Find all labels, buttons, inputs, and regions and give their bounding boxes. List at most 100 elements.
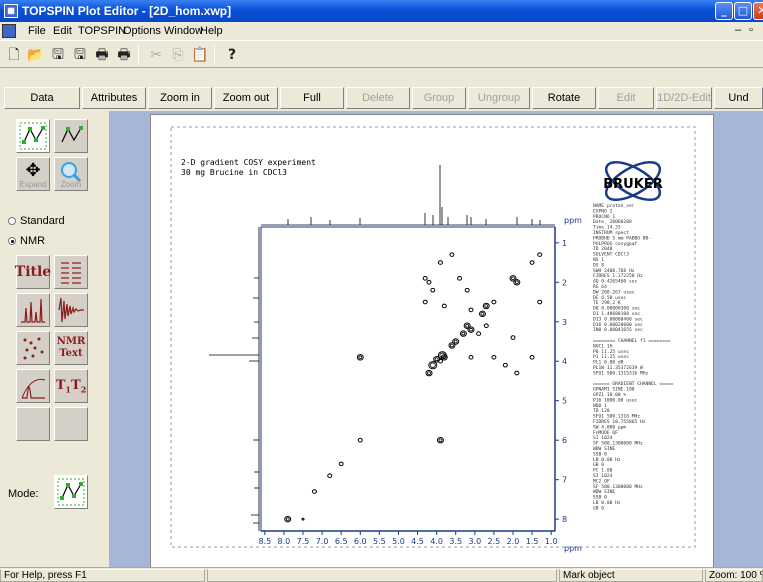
edit-1d2d-button[interactable]: 1D/2D-Edit — [656, 87, 712, 109]
select-2d-icon — [57, 478, 85, 506]
parameter-line: GPZ1 10.00 % — [593, 392, 626, 398]
status-bar: For Help, press F1 Mark object Zoom: 100… — [0, 567, 763, 582]
x-tick-label: 7.5 — [297, 537, 310, 546]
parameter-line: SFO1 500.1315316 MHz — [593, 370, 649, 376]
mode-label: Mode: — [8, 488, 39, 500]
print-preview-icon[interactable]: 🖶 — [114, 45, 134, 65]
bruker-logo-text: BRUKER — [603, 177, 662, 192]
zoom-out-button[interactable]: Zoom out — [214, 87, 278, 109]
menu-window[interactable]: Window — [164, 25, 203, 37]
minimize-icon[interactable]: _ — [715, 2, 733, 20]
help-icon[interactable]: ? — [222, 45, 242, 65]
mode-status: Mark object — [559, 569, 703, 582]
parameter-line: ====== GRADIENT CHANNEL ===== — [593, 381, 673, 387]
title-bar[interactable]: ▦ TOPSPIN Plot Editor - [2D_hom.xwp] _ □… — [0, 0, 763, 22]
zoom-in-button[interactable]: Zoom in — [148, 87, 212, 109]
cross-peak — [441, 303, 447, 309]
expand-tool[interactable]: ✥ Expand — [16, 157, 50, 191]
maximize-icon[interactable]: □ — [734, 2, 752, 20]
new-file-icon[interactable]: 🗋 — [4, 45, 24, 65]
parameter-line: INSTRUM spect — [593, 230, 629, 236]
menu-help[interactable]: Help — [200, 25, 223, 37]
edit-button[interactable]: Edit — [598, 87, 654, 109]
fid-tool[interactable] — [54, 293, 88, 327]
cross-peak — [513, 279, 521, 286]
cross-peak — [430, 287, 436, 293]
plot-page[interactable]: 2-D gradient COSY experiment 30 mg Bruci… — [150, 114, 714, 570]
toolbar-separator — [214, 45, 215, 65]
rotate-button[interactable]: Rotate — [532, 87, 596, 109]
x-ticks: 8.5 8.0 7.5 7.0 6.5 6.0 5.5 5.0 4.5 4.0 3.5 3.0 2.5 2… — [258, 531, 558, 546]
cross-peak — [529, 260, 535, 265]
parameter-line: LB 0.00 Hz — [593, 457, 621, 463]
y-tick-label: 1 — [562, 239, 567, 248]
save-icon[interactable]: 🖫 — [48, 45, 68, 65]
doc-minimize-icon[interactable]: – — [735, 24, 741, 36]
y-tick-label: 2 — [562, 278, 567, 287]
x-tick-label: 5.0 — [392, 537, 405, 546]
standard-label: Standard — [20, 215, 65, 227]
cross-peak — [482, 302, 490, 310]
cross-peak-inner — [465, 323, 470, 328]
cross-peak — [284, 515, 292, 523]
cross-peak — [357, 437, 363, 443]
relaxation-tool[interactable] — [16, 369, 50, 403]
parameter-line: D16 0.00020000 sec — [593, 322, 643, 328]
contour-dots-icon — [23, 337, 44, 360]
data-button[interactable]: Data — [4, 87, 80, 109]
cross-peak-inner — [450, 343, 454, 348]
menu-options[interactable]: Options — [123, 25, 161, 37]
cross-peak — [491, 354, 497, 360]
close-icon[interactable]: ✕ — [753, 2, 763, 20]
cross-peak — [436, 436, 444, 444]
menu-edit[interactable]: Edit — [53, 25, 72, 37]
select-1d-tool[interactable] — [54, 119, 88, 153]
open-folder-icon[interactable]: 📂 — [26, 45, 46, 65]
plot-frame — [260, 226, 556, 532]
parameters-tool[interactable] — [54, 255, 88, 289]
print-icon[interactable]: 🖶 — [92, 45, 112, 65]
x-tick-label: 6.5 — [335, 537, 348, 546]
title-tool[interactable]: Title — [15, 255, 51, 289]
document-icon[interactable] — [2, 24, 16, 38]
cross-peak — [437, 260, 443, 265]
parameter-line: NAME proton_ser — [593, 203, 635, 209]
y-tick-label: 7 — [562, 476, 567, 485]
full-button[interactable]: Full — [280, 87, 344, 109]
nmr-radio[interactable]: NMR — [8, 235, 45, 247]
doc-restore-icon[interactable]: ▫ — [749, 24, 753, 36]
zoom-tool[interactable]: Zoom — [54, 157, 88, 191]
select-2d-tool[interactable] — [16, 119, 50, 153]
y-tick-label: 4 — [562, 357, 567, 366]
empty-status — [207, 569, 557, 582]
main-toolbar: 🗋 📂 🖫 🖫 🖶 🖶 ✂ ⎘ 📋 ? — [0, 40, 763, 68]
t1t2-tool[interactable]: T1T2 — [54, 369, 88, 403]
attributes-button[interactable]: Attributes — [82, 87, 146, 109]
x-tick-label: 6.0 — [354, 537, 367, 546]
spectrum-2d-tool[interactable] — [16, 331, 50, 365]
nmr-text-tool[interactable]: NMR Text — [54, 331, 88, 365]
cross-peak — [327, 473, 333, 479]
spectrum-1d-tool[interactable] — [16, 293, 50, 327]
cross-peak — [338, 461, 344, 467]
cross-peak — [478, 310, 486, 318]
cross-peak — [529, 354, 535, 360]
menu-topspin[interactable]: TOPSPIN — [78, 25, 126, 37]
cross-peak-inner — [480, 312, 485, 316]
menu-file[interactable]: File — [28, 25, 46, 37]
plot-editor-window: ▦ TOPSPIN Plot Editor - [2D_hom.xwp] _ □… — [0, 0, 763, 582]
window-title: TOPSPIN Plot Editor - [2D_hom.xwp] — [22, 4, 232, 18]
undo-button[interactable]: Und — [714, 87, 763, 109]
delete-button[interactable]: Delete — [346, 87, 410, 109]
relaxation-curve-icon — [21, 378, 46, 399]
standard-radio[interactable]: Standard — [8, 215, 65, 227]
zoom-label: Zoom — [60, 180, 82, 189]
cut-icon: ✂ — [150, 47, 162, 63]
parameter-line: IN0 0.00041655 sec — [593, 327, 643, 333]
ungroup-button[interactable]: Ungroup — [468, 87, 530, 109]
save-all-icon[interactable]: 🖫 — [70, 45, 90, 65]
paste-icon: 📋 — [191, 47, 209, 63]
group-button[interactable]: Group — [412, 87, 466, 109]
toolbar-separator — [138, 45, 139, 65]
parameter-line: GB 0 — [593, 462, 604, 468]
